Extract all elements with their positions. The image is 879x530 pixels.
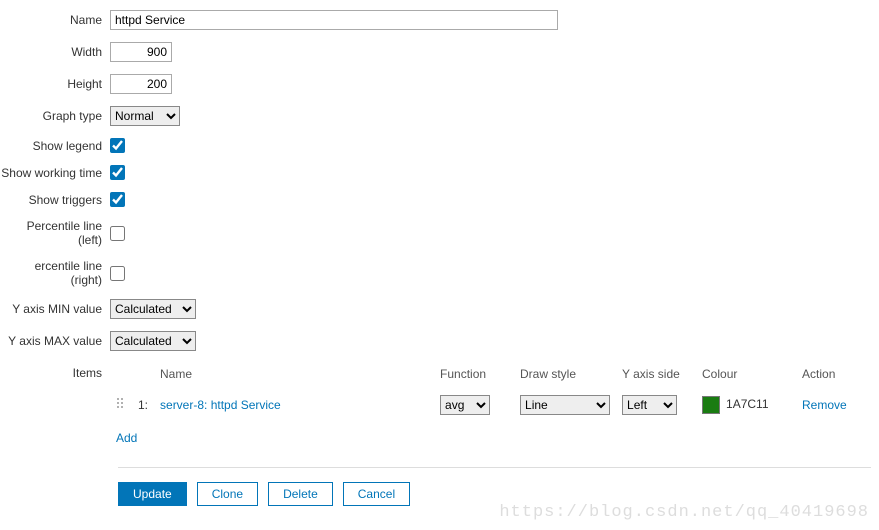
y-max-select[interactable]: Calculated (110, 331, 196, 351)
label-show-triggers: Show triggers (0, 193, 110, 207)
label-y-max: Y axis MAX value (0, 334, 110, 348)
colour-hex: 1A7C11 (726, 397, 768, 411)
items-table: Name Function Draw style Y axis side Col… (110, 363, 862, 449)
y-side-select[interactable]: Left (622, 395, 677, 415)
name-input[interactable] (110, 10, 558, 30)
clone-button[interactable]: Clone (197, 482, 258, 506)
label-graph-type: Graph type (0, 109, 110, 123)
col-function: Function (434, 363, 514, 391)
graph-type-select[interactable]: Normal (110, 106, 180, 126)
cancel-button[interactable]: Cancel (343, 482, 410, 506)
draw-style-select[interactable]: Line (520, 395, 610, 415)
delete-button[interactable]: Delete (268, 482, 333, 506)
label-items: Items (0, 363, 110, 380)
item-index: 1: (132, 391, 154, 419)
col-name: Name (154, 363, 434, 391)
show-triggers-checkbox[interactable] (110, 192, 125, 207)
label-show-working-time: Show working time (0, 166, 110, 180)
height-input[interactable] (110, 74, 172, 94)
button-bar: Update Clone Delete Cancel (118, 467, 871, 506)
width-input[interactable] (110, 42, 172, 62)
item-name-link[interactable]: server-8: httpd Service (160, 398, 281, 412)
drag-handle-icon[interactable] (116, 397, 126, 411)
col-colour: Colour (696, 363, 796, 391)
label-name: Name (0, 13, 110, 27)
colour-swatch[interactable] (702, 396, 720, 414)
table-row: 1: server-8: httpd Service avg Line (110, 391, 862, 419)
function-select[interactable]: avg (440, 395, 490, 415)
label-width: Width (0, 45, 110, 59)
label-percentile-left: Percentile line (left) (0, 219, 110, 247)
add-link[interactable]: Add (116, 431, 137, 445)
update-button[interactable]: Update (118, 482, 187, 506)
label-height: Height (0, 77, 110, 91)
col-draw-style: Draw style (514, 363, 616, 391)
col-y-side: Y axis side (616, 363, 696, 391)
label-percentile-right: ercentile line (right) (0, 259, 110, 287)
show-legend-checkbox[interactable] (110, 138, 125, 153)
y-min-select[interactable]: Calculated (110, 299, 196, 319)
label-show-legend: Show legend (0, 139, 110, 153)
col-action: Action (796, 363, 862, 391)
percentile-left-checkbox[interactable] (110, 226, 125, 241)
label-y-min: Y axis MIN value (0, 302, 110, 316)
remove-link[interactable]: Remove (802, 398, 847, 412)
show-working-time-checkbox[interactable] (110, 165, 125, 180)
percentile-right-checkbox[interactable] (110, 266, 125, 281)
